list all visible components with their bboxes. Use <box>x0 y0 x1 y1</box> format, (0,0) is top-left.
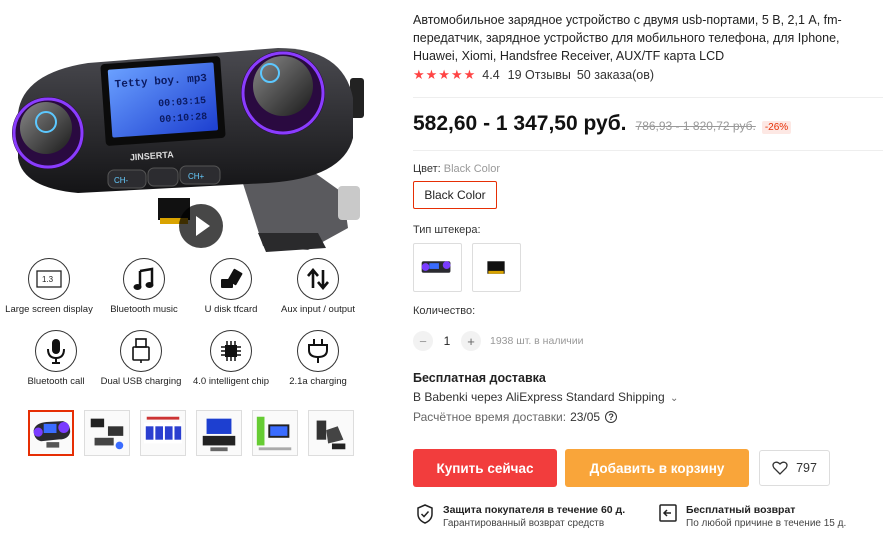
plug-type-label: Тип штекера: <box>413 224 481 236</box>
shipping-method-selector[interactable]: В Babenki через AliExpress Standard Ship… <box>413 390 678 404</box>
power-plug-icon <box>297 330 339 372</box>
guarantee-title: Защита покупателя в течение 60 д. <box>443 504 626 516</box>
quantity-plus-button[interactable]: + <box>461 331 481 351</box>
orders-count: 50 заказа(ов) <box>576 68 655 82</box>
main-product-image[interactable]: Tetty boy. mp3 00:03:15 00:10:28 JINSERT… <box>8 18 364 258</box>
guarantee-subtitle: По любой причине в течение 15 д. <box>686 518 847 529</box>
quantity-minus-button[interactable]: − <box>413 331 433 351</box>
feature-chip: 4.0 intelligent chip <box>184 330 278 387</box>
quantity-stepper: − 1 + 1938 шт. в наличии <box>413 331 584 351</box>
feature-udisk: U disk tfcard <box>184 258 278 315</box>
buy-now-button[interactable]: Купить сейчас <box>413 449 557 487</box>
feature-label: Bluetooth music <box>110 304 178 315</box>
screen-icon: 1.3 <box>28 258 70 300</box>
shipping-title: Бесплатная доставка <box>413 371 546 385</box>
usb-plug-icon <box>120 330 162 372</box>
color-option-black[interactable]: Black Color <box>413 181 497 209</box>
feature-label: 2.1a charging <box>289 376 347 387</box>
shield-check-icon <box>416 504 436 530</box>
ch-minus-label: CH- <box>114 176 129 185</box>
feature-bluetooth-music: Bluetooth music <box>97 258 191 315</box>
guarantee-title: Бесплатный возврат <box>686 504 796 516</box>
microphone-icon <box>35 330 77 372</box>
feature-dual-usb: Dual USB charging <box>94 330 188 387</box>
feature-large-screen: 1.3 Large screen display <box>2 258 96 315</box>
free-return: Бесплатный возврат По любой причине в те… <box>659 504 846 530</box>
shipping-method-text: В Babenki через AliExpress Standard Ship… <box>413 390 665 404</box>
chevron-down-icon: ⌄ <box>670 393 679 404</box>
buyer-protection: Защита покупателя в течение 60 д. Гарант… <box>416 504 625 530</box>
feature-label: Aux input / output <box>281 304 355 315</box>
feature-label: Large screen display <box>5 304 93 315</box>
feature-label: Dual USB charging <box>100 376 182 387</box>
thumbnail-4[interactable] <box>196 410 242 456</box>
color-selected-value: Black Color <box>443 163 501 175</box>
thumbnail-2[interactable] <box>84 410 130 456</box>
price-row: 582,60 - 1 347,50 руб. 786,93 - 1 820,72… <box>413 112 792 136</box>
guarantee-subtitle: Гарантированный возврат средств <box>443 518 605 529</box>
plug-option-2[interactable] <box>472 243 521 292</box>
music-note-icon <box>123 258 165 300</box>
feature-charging: 2.1a charging <box>271 330 365 387</box>
feature-aux: Aux input / output <box>271 258 365 315</box>
thumbnail-6[interactable] <box>308 410 354 456</box>
chip-icon <box>210 330 252 372</box>
thumbnail-1[interactable] <box>28 410 74 456</box>
thumbnail-5[interactable] <box>252 410 298 456</box>
divider <box>413 150 883 151</box>
reviews-link[interactable]: 19 Отзывы <box>508 68 571 82</box>
delivery-estimate: Расчётное время доставки: 23/05 ? <box>413 410 618 424</box>
current-price: 582,60 - 1 347,50 руб. <box>413 112 627 135</box>
product-gallery: Tetty boy. mp3 00:03:15 00:10:28 JINSERT… <box>0 0 390 536</box>
help-icon[interactable]: ? <box>605 411 618 423</box>
feature-label: 4.0 intelligent chip <box>192 376 270 387</box>
stock-count: 1938 шт. в наличии <box>490 335 584 347</box>
return-box-icon <box>659 504 679 530</box>
color-label-text: Цвет: <box>413 163 441 175</box>
quantity-input[interactable]: 1 <box>433 334 461 348</box>
divider <box>413 97 883 98</box>
color-label: Цвет: Black Color <box>413 163 500 175</box>
old-price: 786,93 - 1 820,72 руб. <box>635 119 756 133</box>
rating-row: ★★★★★ 4.4 19 Отзывы 50 заказа(ов) <box>413 67 654 83</box>
wishlist-count: 797 <box>796 461 817 475</box>
up-down-arrows-icon <box>297 258 339 300</box>
usb-disk-icon <box>210 258 252 300</box>
rating-value: 4.4 <box>482 68 500 82</box>
delivery-eta-label: Расчётное время доставки: <box>413 410 567 424</box>
delivery-eta-date: 23/05 <box>570 410 601 424</box>
feature-label: Bluetooth call <box>27 376 85 387</box>
ch-plus-label: CH+ <box>188 172 205 181</box>
plug-option-1[interactable] <box>413 243 462 292</box>
heart-icon <box>772 461 788 475</box>
svg-text:1.3: 1.3 <box>42 275 54 284</box>
feature-label: U disk tfcard <box>204 304 258 315</box>
feature-bluetooth-call: Bluetooth call <box>9 330 103 387</box>
thumbnail-3[interactable] <box>140 410 186 456</box>
play-video-button[interactable] <box>179 204 223 248</box>
discount-badge: -26% <box>761 121 792 134</box>
add-to-cart-button[interactable]: Добавить в корзину <box>565 449 749 487</box>
star-rating-icon: ★★★★★ <box>413 67 477 82</box>
wishlist-button[interactable]: 797 <box>759 450 830 486</box>
product-title: Автомобильное зарядное устройство с двум… <box>413 13 842 63</box>
quantity-label: Количество: <box>413 305 476 317</box>
